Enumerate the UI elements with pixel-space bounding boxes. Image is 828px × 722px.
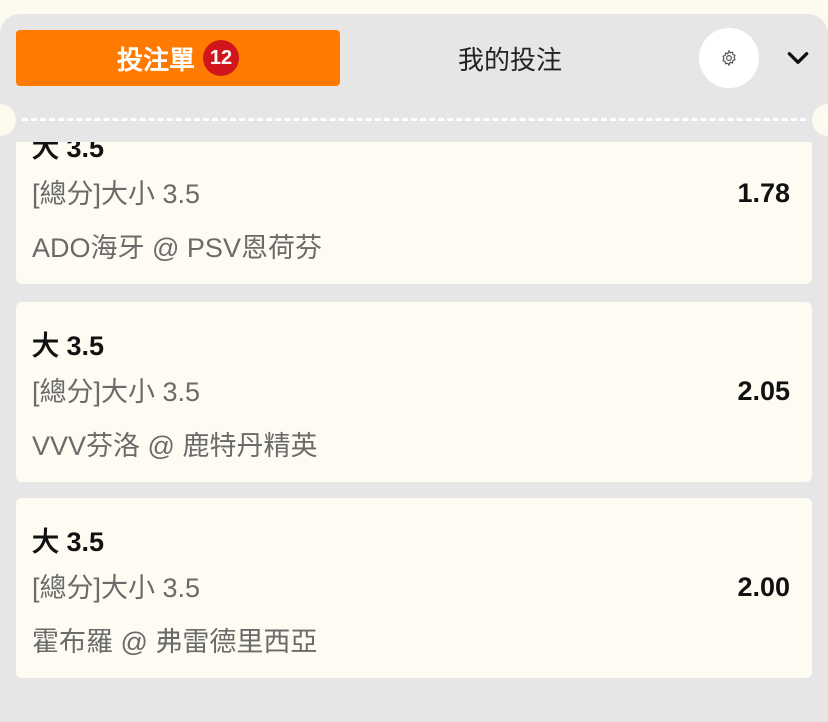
- bet-market: [總分]大小 3.5: [32, 377, 201, 407]
- ticket-divider: [0, 104, 828, 136]
- bet-match: ADO海牙 @ PSV恩荷芬: [32, 233, 322, 263]
- bet-selection: 大 3.5: [32, 331, 105, 361]
- tab-betslip[interactable]: 投注單 12: [16, 30, 340, 86]
- tab-bar: 投注單 12 我的投注: [0, 14, 828, 104]
- bet-selection: 大 3.5: [32, 142, 105, 163]
- tab-betslip-label: 投注單: [116, 45, 195, 76]
- ticket-notch-right: [812, 104, 828, 136]
- chevron-down-icon: [787, 52, 809, 64]
- tab-my-bets-label: 我的投注: [457, 45, 562, 76]
- bet-card[interactable]: 大 3.5 [總分]大小 3.5 霍布羅 @ 弗雷德里西亞 2.00: [16, 498, 812, 678]
- bet-selection: 大 3.5: [32, 527, 105, 557]
- tab-my-bets[interactable]: 我的投注: [340, 30, 680, 86]
- collapse-button[interactable]: [778, 38, 818, 78]
- bet-odds: 2.00: [737, 572, 790, 602]
- bet-card[interactable]: 大 3.5 [總分]大小 3.5 ADO海牙 @ PSV恩荷芬 1.78: [16, 142, 812, 284]
- bet-count-badge: 12: [203, 40, 239, 76]
- bet-odds: 1.78: [737, 178, 790, 208]
- gear-icon: [722, 49, 736, 67]
- bet-market: [總分]大小 3.5: [32, 179, 201, 209]
- bet-match: 霍布羅 @ 弗雷德里西亞: [32, 627, 318, 657]
- bet-odds: 2.05: [737, 376, 790, 406]
- settings-button[interactable]: [699, 28, 759, 88]
- bet-match: VVV芬洛 @ 鹿特丹精英: [32, 431, 318, 461]
- bet-market: [總分]大小 3.5: [32, 573, 201, 603]
- bet-list[interactable]: 大 3.5 [總分]大小 3.5 ADO海牙 @ PSV恩荷芬 1.78 大 3…: [16, 142, 812, 722]
- ticket-notch-left: [0, 104, 16, 136]
- bet-card[interactable]: 大 3.5 [總分]大小 3.5 VVV芬洛 @ 鹿特丹精英 2.05: [16, 302, 812, 482]
- betslip-panel: 投注單 12 我的投注 大 3.5 [總分]大小 3.5 ADO海牙 @ PSV…: [0, 14, 828, 722]
- dashed-divider: [22, 118, 806, 121]
